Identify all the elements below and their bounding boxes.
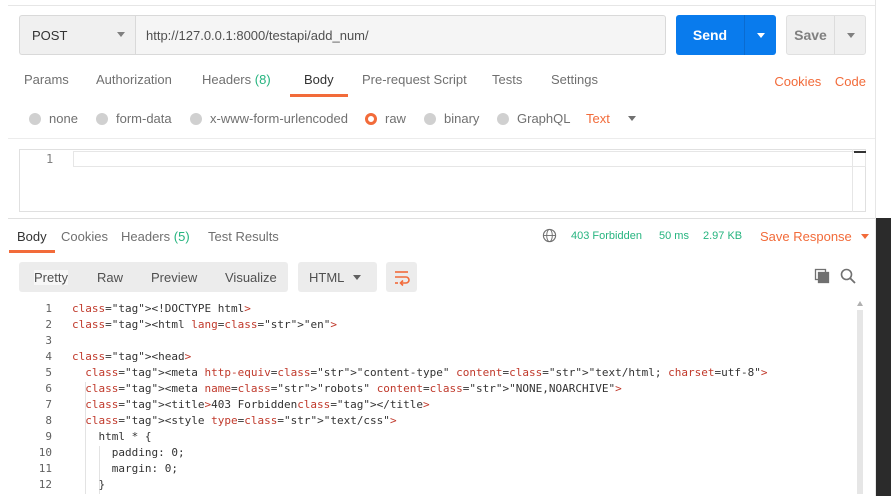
cookies-link[interactable]: Cookies	[774, 74, 821, 89]
view-preview-button[interactable]: Preview	[151, 270, 197, 285]
tab-authorization[interactable]: Authorization	[96, 72, 172, 98]
method-label: POST	[32, 27, 68, 43]
tab-params[interactable]: Params	[24, 72, 69, 98]
save-label: Save	[794, 27, 827, 43]
response-code-view[interactable]: 1 class="tag"><!DOCTYPE html> 2 class="tag…	[19, 302, 856, 496]
copy-icon[interactable]	[814, 268, 830, 284]
editor-scrollbar[interactable]	[852, 149, 866, 212]
code-line: 10 padding: 0;	[38, 446, 185, 459]
tab-body[interactable]: Body	[290, 72, 348, 98]
code-line: 5 class="tag"><meta http-equiv=class="st…	[45, 366, 768, 379]
view-raw-button[interactable]: Raw	[97, 270, 123, 285]
chevron-down-icon	[627, 116, 636, 121]
code-line: 3	[45, 334, 52, 347]
response-headers-count: (5)	[173, 229, 190, 244]
response-tab-headers[interactable]: Headers (5)	[121, 229, 190, 244]
tab-pre-request-script[interactable]: Pre-request Script	[362, 72, 467, 98]
code-line: 8 class="tag"><style type=class="str">"t…	[45, 414, 397, 427]
response-tab-body[interactable]: Body	[9, 229, 55, 253]
view-visualize-button[interactable]: Visualize	[225, 270, 277, 285]
method-select[interactable]: POST	[19, 15, 135, 55]
line-number: 1	[46, 152, 54, 166]
chevron-down-icon[interactable]	[757, 32, 765, 38]
chevron-down-icon	[353, 275, 361, 280]
raw-type-select[interactable]: Text	[586, 111, 636, 126]
editor-current-line[interactable]	[73, 151, 866, 167]
wrap-lines-button[interactable]	[386, 262, 417, 292]
code-line: 11 margin: 0;	[38, 462, 178, 475]
radio-graphql[interactable]: GraphQL	[497, 111, 570, 126]
wrap-icon	[395, 271, 410, 287]
chevron-down-icon	[860, 234, 869, 239]
radio-raw[interactable]: raw	[365, 111, 406, 126]
scrollbar-thumb[interactable]	[857, 310, 863, 494]
radio-x-www-form-urlencoded[interactable]: x-www-form-urlencoded	[190, 111, 348, 126]
code-line: 1 class="tag"><!DOCTYPE html>	[45, 302, 251, 315]
request-links: Cookies Code	[764, 74, 866, 89]
response-format-select[interactable]: HTML	[298, 262, 377, 292]
response-time[interactable]: 50 ms	[659, 230, 689, 242]
send-label: Send	[692, 27, 728, 43]
send-button[interactable]: Send	[676, 15, 776, 55]
response-status[interactable]: 403 Forbidden	[571, 230, 642, 242]
radio-none[interactable]: none	[29, 111, 78, 126]
radio-binary[interactable]: binary	[424, 111, 479, 126]
response-scrollbar[interactable]	[856, 298, 864, 496]
view-pretty-button[interactable]: Pretty	[34, 270, 68, 285]
tab-tests[interactable]: Tests	[492, 72, 522, 98]
response-tab-cookies[interactable]: Cookies	[61, 229, 108, 244]
scroll-up-icon[interactable]	[857, 301, 863, 306]
tab-settings[interactable]: Settings	[551, 72, 598, 98]
window-edge	[875, 0, 891, 496]
save-response-button[interactable]: Save Response	[760, 229, 869, 244]
response-tab-test-results[interactable]: Test Results	[208, 229, 279, 244]
chevron-down-icon[interactable]	[847, 32, 855, 38]
url-input[interactable]: http://127.0.0.1:8000/testapi/add_num/	[135, 15, 666, 55]
chevron-down-icon	[117, 32, 125, 37]
search-icon[interactable]	[840, 268, 856, 284]
code-line: 6 class="tag"><meta name=class="str">"ro…	[45, 382, 622, 395]
response-size[interactable]: 2.97 KB	[703, 230, 742, 242]
view-mode-group: Pretty Raw Preview Visualize	[19, 262, 288, 292]
save-button[interactable]: Save	[786, 15, 866, 55]
code-line: 4 class="tag"><head>	[45, 350, 192, 363]
code-line: 9 html * {	[45, 430, 152, 443]
code-line: 2 class="tag"><html lang=class="str">"en"…	[45, 318, 337, 331]
radio-form-data[interactable]: form-data	[96, 111, 172, 126]
code-line: 12 }	[38, 478, 106, 491]
tab-headers[interactable]: Headers (8)	[202, 72, 271, 98]
url-text: http://127.0.0.1:8000/testapi/add_num/	[146, 27, 369, 43]
top-divider	[8, 0, 875, 6]
code-link[interactable]: Code	[835, 74, 866, 89]
request-body-editor[interactable]: 1	[19, 149, 866, 212]
globe-icon[interactable]	[542, 228, 557, 243]
code-line: 7 class="tag"><title>403 Forbiddenclass=…	[45, 398, 430, 411]
headers-count: (8)	[254, 72, 271, 87]
